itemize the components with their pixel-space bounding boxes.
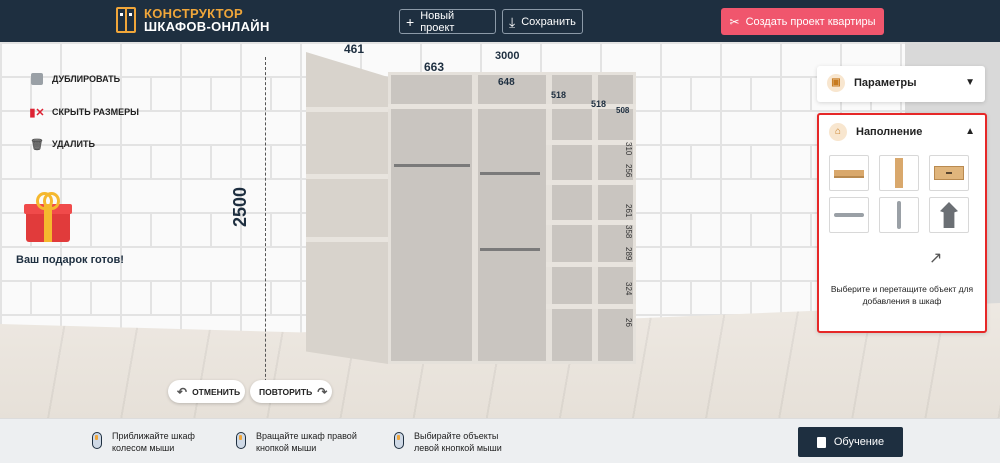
wardrobe-logo-icon: [116, 7, 136, 33]
save-button[interactable]: ⤓ Сохранить: [502, 9, 583, 34]
shelf-height-dimension: 261: [624, 204, 633, 218]
chevron-down-icon: ▼: [965, 77, 975, 88]
save-label: Сохранить: [521, 15, 576, 28]
shelf-height-dimension: 26: [624, 318, 633, 327]
wardrobe-model[interactable]: [306, 52, 636, 364]
logo[interactable]: КОНСТРУКТОР ШКАФОВ-ОНЛАЙН: [116, 7, 270, 33]
hide-sizes-label: СКРЫТЬ РАЗМЕРЫ: [52, 107, 139, 117]
tools-icon: ✂: [729, 14, 740, 29]
shelf-height-dimension: 256: [624, 164, 633, 178]
rod-icon: [834, 213, 864, 217]
shelf-item[interactable]: [829, 155, 869, 191]
tutorial-button[interactable]: Обучение: [798, 427, 903, 457]
panel-icon: [895, 158, 903, 188]
parameters-title: Параметры: [854, 76, 917, 89]
trash-icon: 🗑: [30, 138, 44, 151]
vertical-rod-icon: [897, 201, 901, 229]
plus-icon: +: [406, 13, 415, 30]
gift-icon[interactable]: [24, 192, 72, 242]
tutorial-label: Обучение: [833, 436, 885, 448]
clothes-hanger-item[interactable]: [929, 197, 969, 233]
duplicate-button[interactable]: ДУБЛИРОВАТЬ: [30, 72, 120, 86]
hanging-rod: [480, 248, 540, 251]
mouse-left-icon: [394, 432, 404, 449]
new-project-label: Новый проект: [420, 9, 455, 34]
undo-label: ОТМЕНИТЬ: [192, 386, 241, 397]
height-dimension-line: [265, 57, 267, 397]
duplicate-label: ДУБЛИРОВАТЬ: [52, 74, 121, 84]
shelf-height-dimension: 358: [624, 225, 633, 239]
zoom-tip: Приближайте шкаф колесом мыши: [92, 430, 195, 454]
shelf-height-dimension: 324: [624, 282, 633, 296]
shelf-icon: [834, 170, 864, 176]
height-dimension: 2500: [230, 186, 250, 227]
redo-label: ПОВТОРИТЬ: [259, 386, 313, 397]
gift-text[interactable]: Ваш подарок готов!: [16, 254, 124, 266]
vertical-panel-item[interactable]: [879, 155, 919, 191]
hanging-rod: [394, 164, 470, 167]
horizontal-rod-item[interactable]: [829, 197, 869, 233]
section-width-1: 663: [424, 60, 445, 74]
new-project-button[interactable]: + Новый проект: [399, 9, 496, 34]
top-bar: КОНСТРУКТОР ШКАФОВ-ОНЛАЙН + Новый проект…: [0, 0, 1000, 42]
logo-subtitle: ШКАФОВ-ОНЛАЙН: [144, 19, 270, 34]
filling-title: Наполнение: [856, 125, 923, 138]
section-width-5: 508: [616, 106, 630, 115]
parameters-panel[interactable]: ▣ Параметры ▼: [817, 66, 985, 102]
total-width-dimension: 3000: [495, 50, 520, 62]
book-icon: [816, 436, 826, 448]
hide-sizes-button[interactable]: ▮✕ СКРЫТЬ РАЗМЕРЫ: [29, 105, 139, 119]
create-apartment-label: Создать проект квартиры: [745, 15, 876, 28]
wardrobe-side-panel: [306, 52, 388, 364]
dimensions-icon: ▣: [827, 73, 845, 92]
download-icon: ⤓: [509, 13, 516, 30]
footer-bar: Приближайте шкаф колесом мыши Вращайте ш…: [0, 418, 1000, 463]
cube-icon: [30, 72, 44, 86]
filling-hint: Выберите и перетащите объект для добавле…: [830, 284, 974, 306]
clothes-icon: [940, 202, 958, 228]
depth-dimension: 461: [344, 42, 365, 56]
ruler-hide-icon: ▮✕: [29, 106, 45, 119]
section-width-3: 518: [551, 90, 567, 100]
redo-button[interactable]: ПОВТОРИТЬ ↷: [250, 380, 332, 403]
drawer-item[interactable]: [929, 155, 969, 191]
shelf-height-dimension: 289: [624, 247, 633, 261]
mouse-right-icon: [236, 432, 246, 449]
section-width-2: 648: [498, 77, 515, 88]
hanger-icon: ⌂: [829, 122, 847, 141]
shelf-height-dimension: 310: [624, 142, 633, 156]
section-width-4: 518: [591, 99, 607, 109]
parameters-header[interactable]: ▣ Параметры ▼: [817, 66, 985, 99]
mouse-wheel-icon: [92, 432, 102, 449]
vertical-rod-item[interactable]: [879, 197, 919, 233]
redo-icon: ↷: [317, 384, 328, 399]
undo-icon: ↶: [177, 384, 188, 399]
delete-label: УДАЛИТЬ: [52, 139, 95, 149]
filling-items-grid: [829, 155, 975, 233]
rotate-tip: Вращайте шкаф правой кнопкой мыши: [236, 430, 357, 454]
drag-drop-icon: ↗: [929, 250, 943, 267]
create-apartment-project-button[interactable]: ✂ Создать проект квартиры: [721, 8, 884, 35]
select-tip: Выбирайте объекты левой кнопкой мыши: [394, 430, 502, 454]
filling-panel[interactable]: ⌂ Наполнение ▲ ↗ Выберите и перетащите о…: [817, 113, 987, 333]
undo-button[interactable]: ↶ ОТМЕНИТЬ: [168, 380, 245, 403]
chevron-up-icon: ▲: [965, 126, 975, 137]
delete-button[interactable]: 🗑 УДАЛИТЬ: [30, 137, 95, 151]
drawer-icon: [934, 166, 964, 180]
hanging-rod: [480, 172, 540, 175]
filling-header[interactable]: ⌂ Наполнение ▲: [819, 115, 985, 148]
wardrobe-body: [388, 72, 636, 364]
